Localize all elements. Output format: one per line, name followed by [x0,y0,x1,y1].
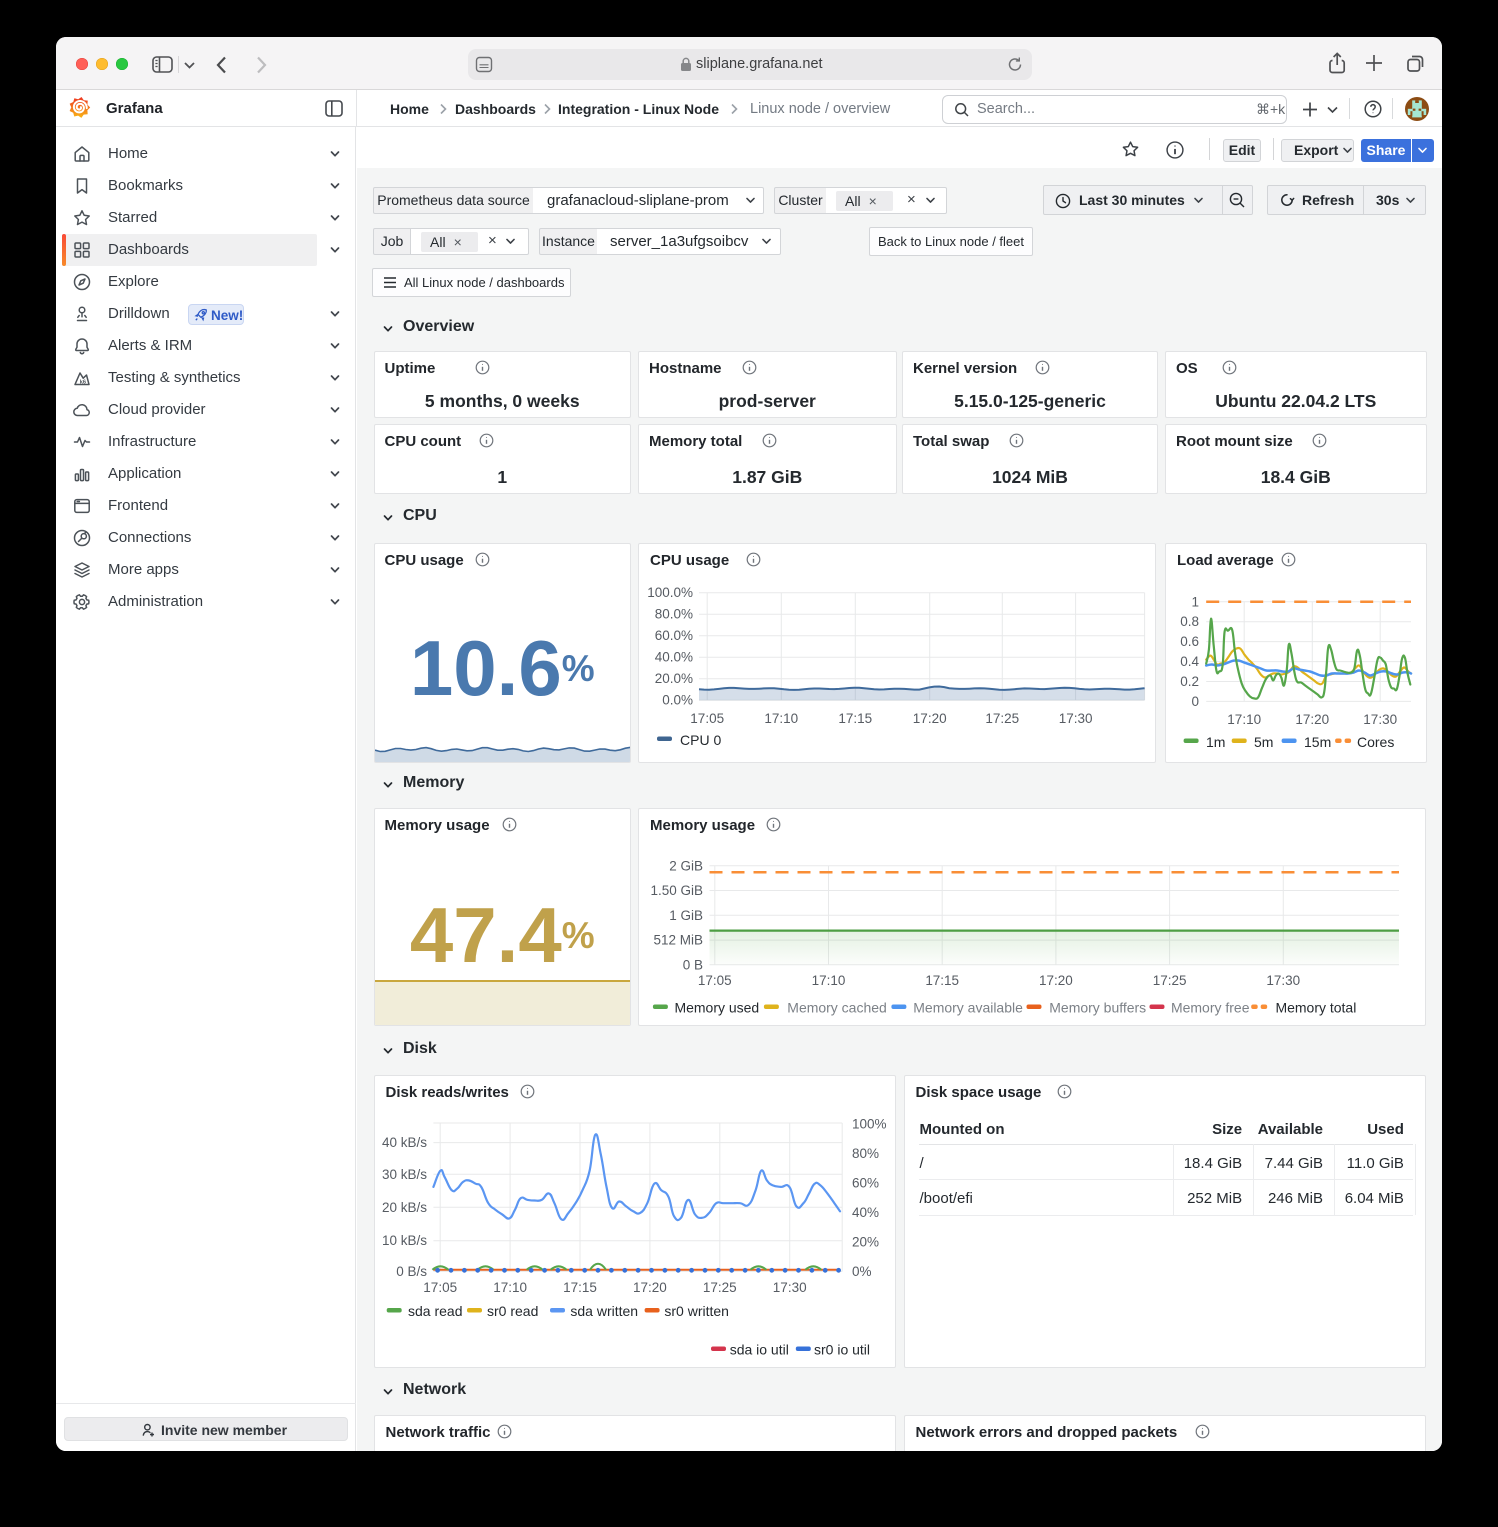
svg-text:17:15: 17:15 [563,1280,597,1295]
svg-text:10 kB/s: 10 kB/s [381,1233,426,1248]
svg-text:20%: 20% [852,1235,879,1250]
svg-text:40 kB/s: 40 kB/s [381,1135,426,1150]
svg-text:17:05: 17:05 [423,1280,457,1295]
svg-text:17:20: 17:20 [1039,973,1073,988]
svg-text:17:30: 17:30 [1266,973,1300,988]
svg-text:17:15: 17:15 [838,711,872,726]
svg-text:60.0%: 60.0% [655,628,693,643]
svg-text:17:30: 17:30 [772,1280,806,1295]
svg-text:0.2: 0.2 [1180,674,1199,689]
svg-text:40.0%: 40.0% [655,650,693,665]
svg-text:17:20: 17:20 [1295,712,1329,727]
svg-text:17:25: 17:25 [702,1280,736,1295]
svg-text:k6: k6 [80,380,86,386]
svg-text:40%: 40% [852,1205,879,1220]
svg-text:20 kB/s: 20 kB/s [381,1200,426,1215]
svg-text:100%: 100% [852,1117,887,1132]
svg-text:0%: 0% [852,1264,872,1279]
svg-text:80%: 80% [852,1146,879,1161]
svg-text:sda written: sda written [570,1303,638,1319]
svg-text:17:30: 17:30 [1363,712,1397,727]
svg-text:Memory available: Memory available [913,999,1023,1015]
svg-text:512 MiB: 512 MiB [654,933,703,948]
svg-text:17:10: 17:10 [812,973,846,988]
svg-text:17:05: 17:05 [690,711,724,726]
svg-text:CPU 0: CPU 0 [680,732,721,748]
svg-text:0.0%: 0.0% [662,693,693,708]
svg-text:100.0%: 100.0% [647,585,693,600]
svg-text:17:30: 17:30 [1059,711,1093,726]
svg-text:30 kB/s: 30 kB/s [381,1167,426,1182]
svg-text:Memory buffers: Memory buffers [1049,999,1146,1015]
svg-text:17:25: 17:25 [985,711,1019,726]
svg-text:17:10: 17:10 [493,1280,527,1295]
svg-text:0.6: 0.6 [1180,634,1199,649]
svg-text:80.0%: 80.0% [655,607,693,622]
svg-text:17:25: 17:25 [1153,973,1187,988]
svg-text:1: 1 [1191,594,1199,609]
svg-text:17:05: 17:05 [698,973,732,988]
svg-text:0.8: 0.8 [1180,614,1199,629]
svg-text:60%: 60% [852,1176,879,1191]
svg-text:15m: 15m [1304,734,1331,750]
svg-text:Memory cached: Memory cached [787,999,886,1015]
svg-text:17:10: 17:10 [764,711,798,726]
svg-text:5m: 5m [1254,734,1273,750]
svg-text:0 B/s: 0 B/s [396,1264,427,1279]
svg-text:1m: 1m [1206,734,1225,750]
svg-text:0: 0 [1191,694,1199,709]
svg-text:17:20: 17:20 [633,1280,667,1295]
svg-text:17:10: 17:10 [1227,712,1261,727]
svg-text:Memory used: Memory used [674,999,759,1015]
svg-text:20.0%: 20.0% [655,671,693,686]
svg-text:sr0 read: sr0 read [487,1303,538,1319]
svg-text:Memory total: Memory total [1275,999,1356,1015]
svg-text:sda io util: sda io util [729,1342,788,1358]
svg-text:17:20: 17:20 [913,711,947,726]
svg-text:2 GiB: 2 GiB [669,858,703,873]
svg-text:Memory free: Memory free [1171,999,1250,1015]
svg-text:sr0 written: sr0 written [664,1303,729,1319]
svg-text:1.50 GiB: 1.50 GiB [651,883,703,898]
svg-text:Cores: Cores [1357,734,1394,750]
svg-text:17:15: 17:15 [925,973,959,988]
svg-text:0.4: 0.4 [1180,654,1199,669]
svg-text:sda read: sda read [408,1303,462,1319]
svg-text:0 B: 0 B [683,957,703,972]
svg-text:1 GiB: 1 GiB [669,908,703,923]
svg-text:sr0 io util: sr0 io util [814,1342,870,1358]
